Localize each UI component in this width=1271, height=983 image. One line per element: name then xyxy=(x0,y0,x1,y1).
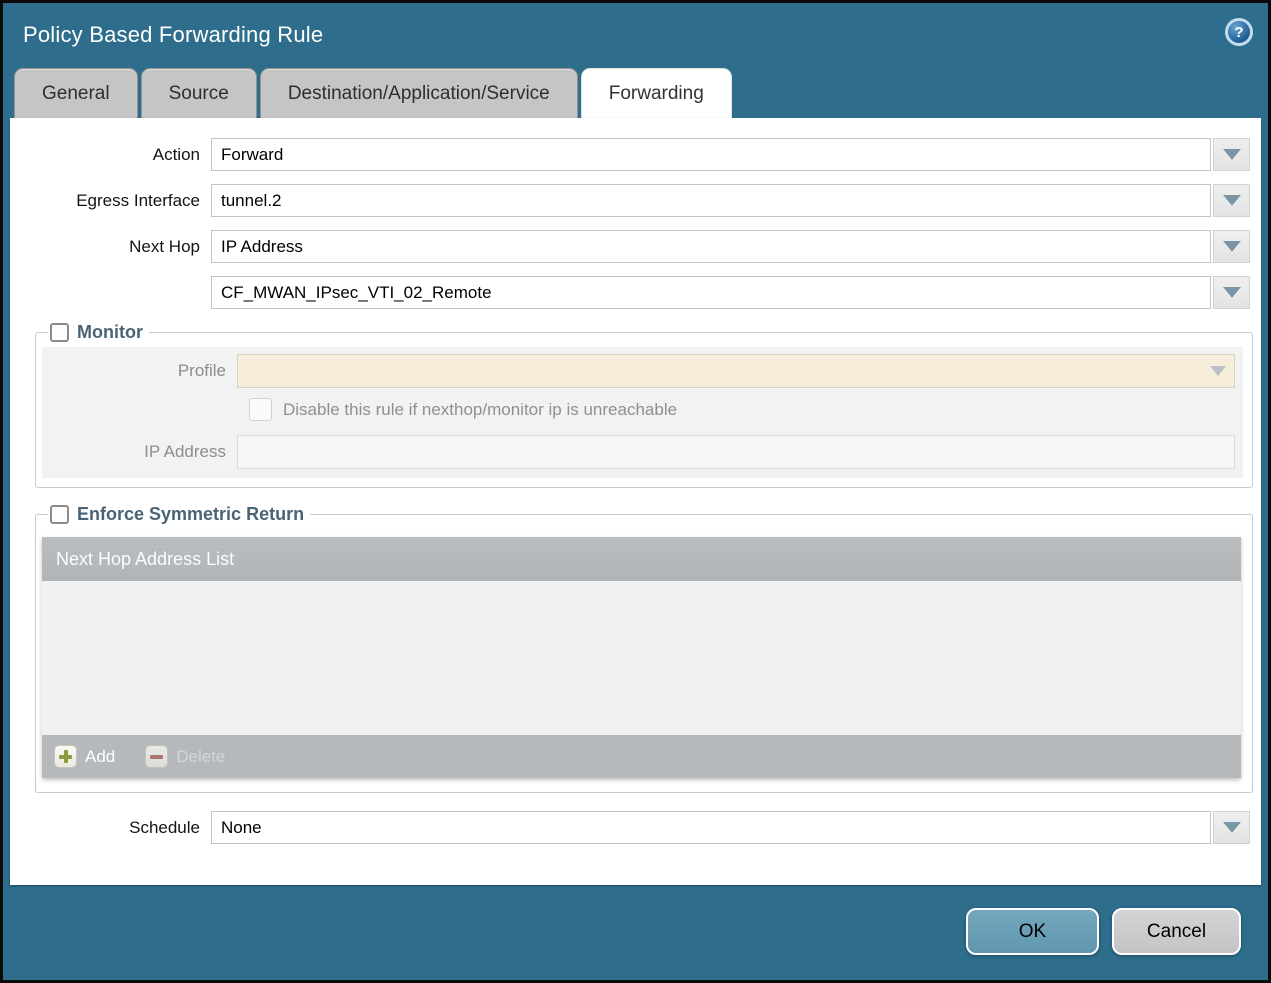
chevron-down-icon xyxy=(1223,241,1241,252)
monitor-ip-address-label: IP Address xyxy=(42,442,237,462)
tab-forwarding-label: Forwarding xyxy=(609,83,704,105)
next-hop-address-dropdown-button[interactable] xyxy=(1213,276,1250,309)
delete-button-label: Delete xyxy=(176,747,225,767)
tab-forwarding[interactable]: Forwarding xyxy=(581,68,732,118)
chevron-down-icon xyxy=(1223,287,1241,298)
tab-source-label: Source xyxy=(169,83,229,105)
monitor-legend: Monitor xyxy=(48,322,149,343)
plus-icon xyxy=(54,745,77,768)
disable-rule-row: Disable this rule if nexthop/monitor ip … xyxy=(249,398,1235,421)
enforce-symmetric-return-label: Enforce Symmetric Return xyxy=(77,504,304,525)
schedule-row: Schedule None xyxy=(10,811,1250,844)
profile-select-disabled xyxy=(237,354,1235,388)
next-hop-address-row: CF_MWAN_IPsec_VTI_02_Remote xyxy=(10,276,1250,309)
next-hop-address-list-body[interactable] xyxy=(42,581,1241,735)
policy-based-forwarding-dialog: Policy Based Forwarding Rule ? General S… xyxy=(0,0,1271,983)
profile-label: Profile xyxy=(42,361,237,381)
ok-button[interactable]: OK xyxy=(966,908,1099,955)
add-button-label: Add xyxy=(85,747,115,767)
action-select[interactable]: Forward xyxy=(211,138,1211,171)
tab-panel-forwarding: Action Forward Egress Interface tunnel.2… xyxy=(10,118,1261,885)
schedule-select[interactable]: None xyxy=(211,811,1211,844)
chevron-down-icon xyxy=(1223,822,1241,833)
dialog-title: Policy Based Forwarding Rule xyxy=(23,22,323,48)
minus-icon xyxy=(145,745,168,768)
monitor-ip-address-input-disabled xyxy=(237,435,1235,469)
next-hop-dropdown-button[interactable] xyxy=(1213,230,1250,263)
monitor-legend-label: Monitor xyxy=(77,322,143,343)
enforce-symmetric-return-legend: Enforce Symmetric Return xyxy=(48,504,310,525)
egress-interface-dropdown-button[interactable] xyxy=(1213,184,1250,217)
ok-button-label: OK xyxy=(1019,921,1046,943)
help-icon-glyph: ? xyxy=(1234,24,1243,41)
cancel-button[interactable]: Cancel xyxy=(1112,908,1241,955)
disable-rule-checkbox xyxy=(249,398,272,421)
next-hop-type-select[interactable]: IP Address xyxy=(211,230,1211,263)
chevron-down-icon xyxy=(1223,149,1241,160)
monitor-section: Monitor Profile Disable this rule if nex… xyxy=(35,322,1253,488)
next-hop-address-list-table: Next Hop Address List Add Delete xyxy=(42,537,1241,778)
enforce-symmetric-return-section: Enforce Symmetric Return Next Hop Addres… xyxy=(35,504,1253,793)
help-icon[interactable]: ? xyxy=(1225,18,1253,46)
monitor-panel: Profile Disable this rule if nexthop/mon… xyxy=(42,347,1243,478)
tab-bar: General Source Destination/Application/S… xyxy=(3,68,1268,118)
next-hop-address-list-header-label: Next Hop Address List xyxy=(56,549,234,570)
egress-interface-select[interactable]: tunnel.2 xyxy=(211,184,1211,217)
monitor-ip-address-row: IP Address xyxy=(42,435,1235,469)
next-hop-address-list-header: Next Hop Address List xyxy=(42,537,1241,581)
add-button[interactable]: Add xyxy=(54,745,115,768)
next-hop-address-list-toolbar: Add Delete xyxy=(42,735,1241,778)
monitor-checkbox[interactable] xyxy=(50,323,69,342)
cancel-button-label: Cancel xyxy=(1147,921,1206,943)
enforce-symmetric-return-checkbox[interactable] xyxy=(50,505,69,524)
schedule-dropdown-button[interactable] xyxy=(1213,811,1250,844)
egress-interface-label: Egress Interface xyxy=(10,191,211,211)
next-hop-row: Next Hop IP Address xyxy=(10,230,1250,263)
delete-button: Delete xyxy=(145,745,225,768)
tab-source[interactable]: Source xyxy=(141,68,257,118)
dialog-footer: OK Cancel xyxy=(3,885,1268,980)
schedule-label: Schedule xyxy=(10,818,211,838)
action-row: Action Forward xyxy=(10,138,1250,171)
dialog-titlebar: Policy Based Forwarding Rule ? xyxy=(3,3,1268,68)
egress-interface-row: Egress Interface tunnel.2 xyxy=(10,184,1250,217)
next-hop-address-select[interactable]: CF_MWAN_IPsec_VTI_02_Remote xyxy=(211,276,1211,309)
profile-row: Profile xyxy=(42,354,1235,388)
action-dropdown-button[interactable] xyxy=(1213,138,1250,171)
action-label: Action xyxy=(10,145,211,165)
tab-destination-label: Destination/Application/Service xyxy=(288,83,550,105)
disable-rule-label: Disable this rule if nexthop/monitor ip … xyxy=(283,400,677,420)
tab-general-label: General xyxy=(42,83,110,105)
next-hop-label: Next Hop xyxy=(10,237,211,257)
tab-destination-application-service[interactable]: Destination/Application/Service xyxy=(260,68,578,118)
tab-general[interactable]: General xyxy=(14,68,138,118)
chevron-down-icon xyxy=(1210,366,1226,376)
chevron-down-icon xyxy=(1223,195,1241,206)
